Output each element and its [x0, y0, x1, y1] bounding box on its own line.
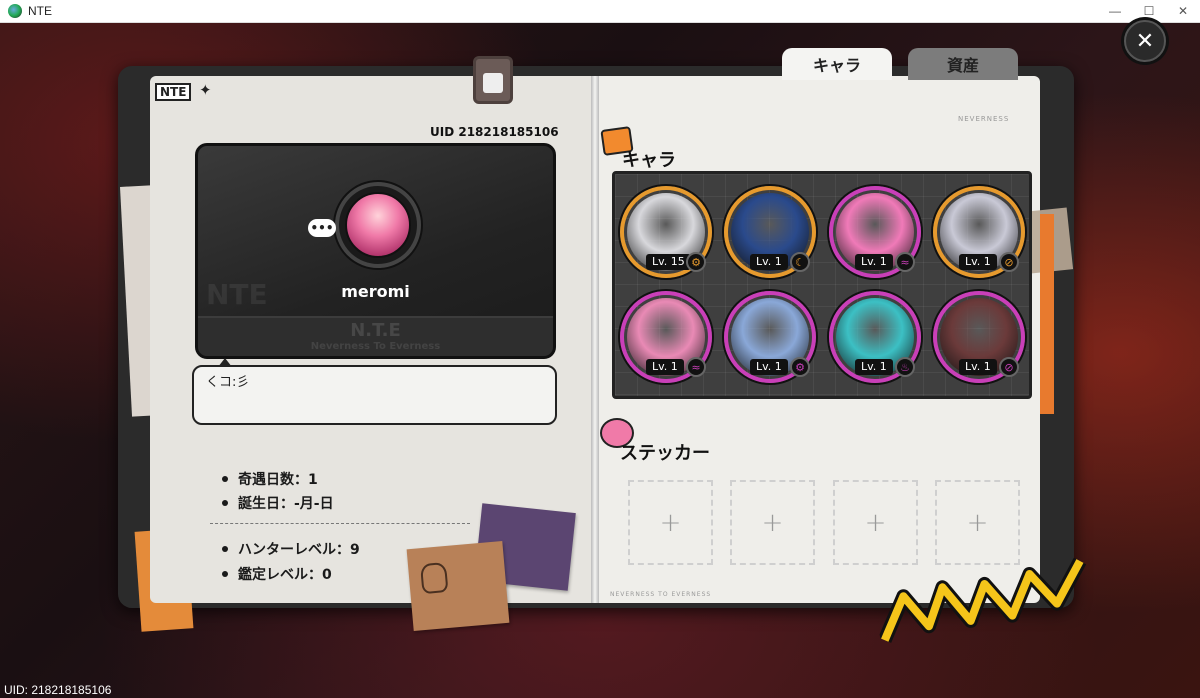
character-level: Lv. 1: [646, 359, 684, 375]
character-card[interactable]: Lv. 1 ⊘: [933, 291, 1025, 383]
sparkle-icon: ✦: [199, 81, 212, 99]
tab-assets[interactable]: 資産: [908, 48, 1018, 80]
more-options-button[interactable]: •••: [308, 219, 336, 237]
bullet-icon: [222, 546, 228, 552]
sticker-slot[interactable]: +: [628, 480, 713, 565]
sticker-slot[interactable]: +: [935, 480, 1020, 565]
player-uid: UID 218218185106: [430, 125, 559, 139]
sticker-slot[interactable]: +: [730, 480, 815, 565]
stat-encounter-days: 奇遇日数：1: [222, 469, 318, 489]
character-level: Lv. 15: [646, 254, 691, 270]
window-title: NTE: [28, 4, 52, 18]
bullet-icon: [222, 571, 228, 577]
character-card[interactable]: Lv. 1 ≈: [829, 186, 921, 278]
bullet-icon: [222, 476, 228, 482]
moon-icon: ☾: [790, 252, 810, 272]
card-watermark-title: N.T.E: [350, 320, 401, 341]
bullet-icon: [222, 500, 228, 506]
stat-hunter-level: ハンターレベル：9: [222, 539, 360, 559]
gear-icon: ⚙: [686, 252, 706, 272]
card-watermark-subtitle: Neverness To Everness: [310, 341, 441, 352]
close-button[interactable]: ✕: [1124, 20, 1166, 62]
sticker-section-heading: ステッカー: [620, 443, 710, 464]
stat-birthday: 誕生日：-月-日: [222, 493, 334, 513]
right-page-brand: NEVERNESS: [958, 115, 1010, 123]
bio-text: くコ:彡: [206, 375, 250, 390]
cross-circle-icon: ⊘: [999, 252, 1019, 272]
character-card[interactable]: Lv. 15 ⚙: [620, 186, 712, 278]
maximize-button[interactable]: ☐: [1132, 0, 1166, 23]
binder-clip: [473, 56, 513, 104]
character-card[interactable]: Lv. 1 ⊘: [933, 186, 1025, 278]
stats-divider: [210, 523, 470, 524]
character-card[interactable]: Lv. 1 ♨: [829, 291, 921, 383]
stat-label: 誕生日：-月-日: [238, 496, 334, 512]
character-card[interactable]: Lv. 1 ≈: [620, 291, 712, 383]
binder-spine: [591, 76, 599, 603]
nte-logo: NTE: [155, 83, 192, 101]
sticker-slot[interactable]: +: [833, 480, 918, 565]
teddy-bear-icon: [419, 561, 449, 595]
character-card[interactable]: Lv. 1 ☾: [724, 186, 816, 278]
chara-section-heading: キャラ: [622, 150, 676, 171]
gear-icon: ⚙: [790, 357, 810, 377]
minimize-button[interactable]: —: [1098, 0, 1132, 23]
tab-chara[interactable]: キャラ: [782, 48, 892, 80]
app-icon: [8, 4, 22, 18]
character-level: Lv. 1: [855, 254, 893, 270]
character-level: Lv. 1: [959, 254, 997, 270]
cross-circle-icon: ⊘: [999, 357, 1019, 377]
wave-icon: ≈: [895, 252, 915, 272]
character-level: Lv. 1: [959, 359, 997, 375]
right-orange-strip-decoration: [1040, 214, 1054, 414]
bottom-uid: UID: 218218185106: [4, 683, 112, 697]
avatar[interactable]: [345, 192, 411, 258]
player-name: meromi: [341, 282, 410, 301]
stat-label: 奇遇日数：1: [238, 472, 318, 488]
brown-sticky-note: [406, 540, 510, 632]
character-level: Lv. 1: [855, 359, 893, 375]
window-titlebar: NTE — ☐ ✕: [0, 0, 1200, 23]
stat-label: ハンターレベル：9: [238, 542, 360, 558]
stat-label: 鑑定レベル：0: [238, 567, 332, 583]
character-level: Lv. 1: [750, 254, 788, 270]
leaf-icon: ♨: [895, 357, 915, 377]
character-card[interactable]: Lv. 1 ⚙: [724, 291, 816, 383]
right-page-footer: NEVERNESS TO EVERNESS: [610, 591, 712, 598]
card-strip: N.T.E Neverness To Everness: [198, 316, 553, 356]
stat-appraisal-level: 鑑定レベル：0: [222, 564, 332, 584]
character-level: Lv. 1: [750, 359, 788, 375]
wave-icon: ≈: [686, 357, 706, 377]
window-close-button[interactable]: ✕: [1166, 0, 1200, 23]
